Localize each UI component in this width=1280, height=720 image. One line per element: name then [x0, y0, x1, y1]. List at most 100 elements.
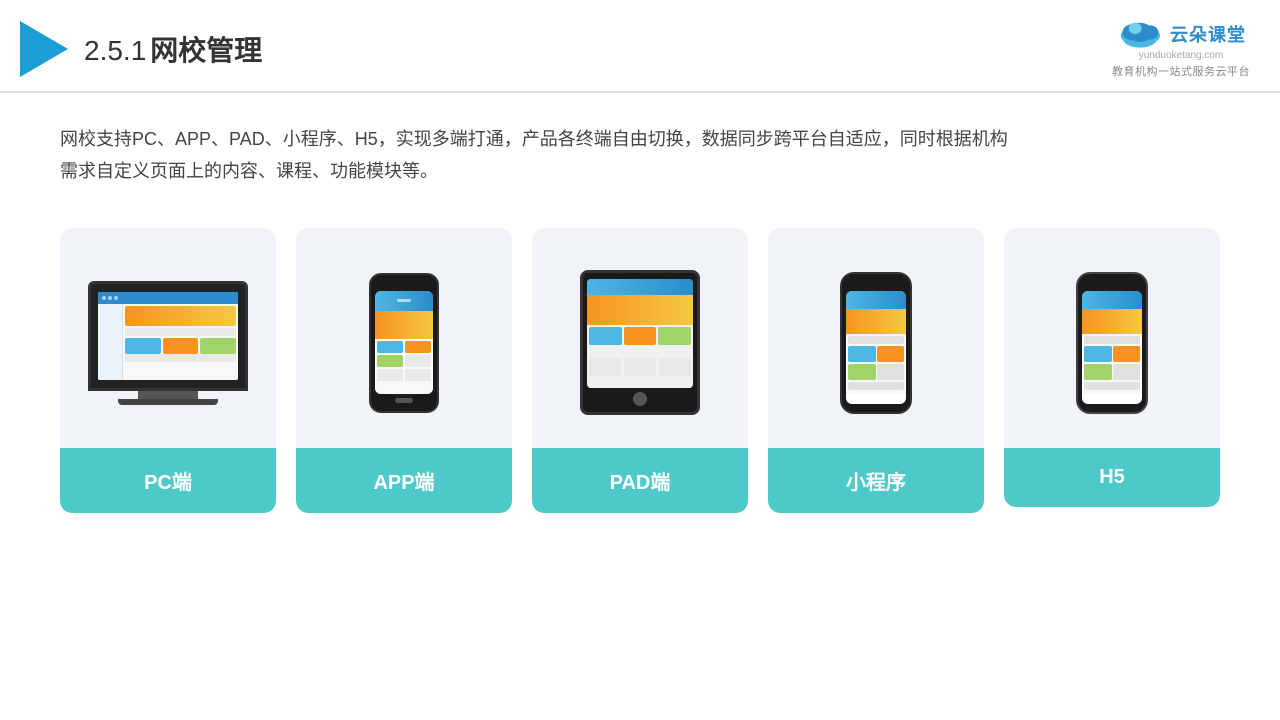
pad-label: PAD端: [532, 448, 748, 513]
phone-content: [375, 339, 433, 394]
play-icon: [20, 21, 68, 77]
phone-row-1: [377, 341, 431, 353]
pc-screen-body: [98, 304, 238, 380]
phone-row-2: [377, 355, 431, 367]
logo-cloud: 云朵课堂: [1116, 18, 1246, 50]
h5-g1: [1084, 346, 1112, 362]
mini-body: [846, 334, 906, 394]
h5-row-1: [1084, 336, 1140, 344]
phone-screen: [375, 291, 433, 394]
tablet-content: [587, 325, 693, 388]
mini-grid-2: [848, 364, 904, 380]
h5-notch: [1098, 282, 1126, 288]
app-label: APP端: [296, 448, 512, 513]
h5-screen: [1082, 291, 1142, 404]
phone-banner: [375, 311, 433, 339]
mini-g2: [877, 346, 905, 362]
logo-text: 云朵课堂: [1170, 21, 1246, 47]
cloud-icon: [1116, 18, 1164, 50]
tablet-screen: [587, 279, 693, 388]
h5-banner: [1082, 309, 1142, 334]
phone-block-3: [377, 355, 403, 367]
phone-top-bar: [397, 299, 411, 302]
tablet-mockup: [580, 270, 700, 415]
mini-g1: [848, 346, 876, 362]
pc-dot-2: [108, 296, 112, 300]
title-text: 网校管理: [150, 35, 262, 66]
pc-grid-3: [200, 338, 236, 354]
pad-card: PAD端: [532, 228, 748, 513]
mini-card: 小程序: [768, 228, 984, 513]
h5-grid-2: [1084, 364, 1140, 380]
page-title: 2.5.1网校管理: [84, 29, 262, 69]
phone-home-btn: [395, 398, 413, 403]
tablet-block-5: [624, 358, 657, 376]
device-cards-container: PC端: [60, 228, 1220, 513]
mini-screen: [846, 291, 906, 404]
h5-image-area: [1004, 228, 1220, 448]
h5-g3: [1084, 364, 1112, 380]
pc-row-1: [125, 328, 236, 336]
h5-row-2: [1084, 382, 1140, 390]
phone-block-1: [377, 341, 403, 353]
phone-row-3: [377, 369, 431, 381]
page-header: 2.5.1网校管理 云朵课堂 yunduoketang.com 教育机构一站式服…: [0, 0, 1280, 93]
pad-image-area: [532, 228, 748, 448]
pc-image-area: [60, 228, 276, 448]
logo-area: 云朵课堂 yunduoketang.com 教育机构一站式服务云平台: [1112, 18, 1250, 79]
pc-monitor: [88, 281, 248, 391]
mini-image-area: [768, 228, 984, 448]
mini-g4: [877, 364, 905, 380]
app-phone-mockup: [369, 273, 439, 413]
header-left: 2.5.1网校管理: [20, 21, 262, 77]
pc-grid: [125, 338, 236, 354]
mini-banner: [846, 309, 906, 334]
tablet-block-6: [658, 358, 691, 376]
tablet-block-3: [658, 327, 691, 345]
logo-domain: yunduoketang.com: [1139, 50, 1224, 61]
h5-g2: [1113, 346, 1141, 362]
pc-base: [118, 399, 218, 405]
pc-stand: [138, 391, 198, 399]
tablet-block-4: [589, 358, 622, 376]
main-content: 网校支持PC、APP、PAD、小程序、H5，实现多端打通，产品各终端自由切换，数…: [0, 93, 1280, 533]
h5-g4: [1113, 364, 1141, 380]
section-number: 2.5.1: [84, 35, 146, 66]
logo-tagline: 教育机构一站式服务云平台: [1112, 63, 1250, 79]
pc-dot-3: [114, 296, 118, 300]
mini-header: [846, 291, 906, 309]
phone-screen-top: [375, 291, 433, 311]
app-card: APP端: [296, 228, 512, 513]
tablet-banner: [587, 295, 693, 325]
tablet-home-circle: [633, 392, 647, 406]
pc-row-2: [125, 354, 236, 362]
description-text: 网校支持PC、APP、PAD、小程序、H5，实现多端打通，产品各终端自由切换，数…: [60, 123, 1220, 188]
mini-grid-1: [848, 346, 904, 362]
pc-card: PC端: [60, 228, 276, 513]
pc-screen-header: [98, 292, 238, 304]
phone-block-5: [377, 369, 403, 381]
pc-dot-1: [102, 296, 106, 300]
h5-header: [1082, 291, 1142, 309]
tablet-block-2: [624, 327, 657, 345]
h5-phone-mockup: [1076, 272, 1148, 414]
mini-phone-mockup: [840, 272, 912, 414]
mini-label: 小程序: [768, 448, 984, 513]
h5-grid-1: [1084, 346, 1140, 362]
phone-block-4: [405, 355, 431, 367]
h5-card: H5: [1004, 228, 1220, 507]
mini-row-1: [848, 336, 904, 344]
description-content: 网校支持PC、APP、PAD、小程序、H5，实现多端打通，产品各终端自由切换，数…: [60, 129, 1008, 181]
tablet-block-1: [589, 327, 622, 345]
pc-banner: [125, 306, 236, 326]
app-image-area: [296, 228, 512, 448]
pc-label: PC端: [60, 448, 276, 513]
mini-row-2: [848, 382, 904, 390]
pc-grid-1: [125, 338, 161, 354]
pc-sidebar: [98, 304, 123, 380]
phone-block-2: [405, 341, 431, 353]
pc-screen: [98, 292, 238, 380]
pc-grid-2: [163, 338, 199, 354]
h5-body: [1082, 334, 1142, 394]
phone-notch: [392, 283, 416, 288]
